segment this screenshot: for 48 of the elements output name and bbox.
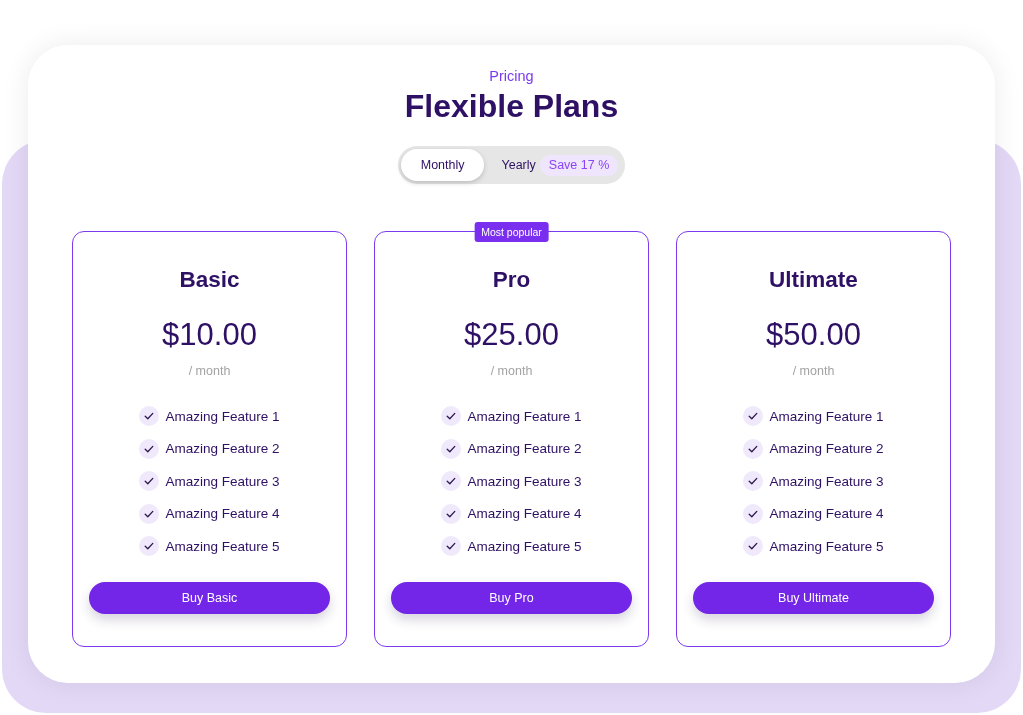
check-icon xyxy=(139,406,160,426)
feature-text: Amazing Feature 3 xyxy=(769,473,884,489)
buy-button[interactable]: Buy Pro xyxy=(391,582,632,614)
check-icon xyxy=(139,503,160,524)
feature-text: Amazing Feature 5 xyxy=(467,538,582,554)
feature-text: Amazing Feature 4 xyxy=(165,506,280,521)
check-icon xyxy=(139,471,160,491)
toggle-option[interactable]: Monthly xyxy=(400,149,484,181)
plan-name: Ultimate xyxy=(769,266,858,294)
feature-text: Amazing Feature 1 xyxy=(769,408,884,424)
feature-text: Amazing Feature 5 xyxy=(769,538,884,554)
billing-period: / month xyxy=(792,363,835,379)
feature-text: Amazing Feature 3 xyxy=(165,473,280,489)
feature-text: Amazing Feature 1 xyxy=(467,408,582,424)
check-icon xyxy=(743,471,764,491)
section-title: Flexible Plans xyxy=(404,87,619,125)
check-icon xyxy=(441,471,462,491)
feature-text: Amazing Feature 3 xyxy=(467,473,582,489)
section-eyebrow: Pricing xyxy=(489,67,534,85)
plan-name: Pro xyxy=(492,266,531,294)
buy-button[interactable]: Buy Ultimate xyxy=(693,582,934,614)
check-icon xyxy=(743,536,764,556)
feature-text: Amazing Feature 2 xyxy=(769,441,884,456)
feature-text: Amazing Feature 2 xyxy=(467,441,582,456)
feature-text: Amazing Feature 1 xyxy=(165,408,280,424)
popular-badge: Most popular xyxy=(474,222,549,242)
feature-text: Amazing Feature 4 xyxy=(769,506,884,521)
check-icon xyxy=(743,503,764,524)
billing-period: / month xyxy=(490,363,533,379)
check-icon xyxy=(441,438,462,459)
plan-price: $10.00 xyxy=(162,316,257,354)
check-icon xyxy=(743,438,764,459)
buy-button[interactable]: Buy Basic xyxy=(89,582,330,614)
discount-badge: Save 17 % xyxy=(539,154,619,176)
check-icon xyxy=(139,438,160,459)
check-icon xyxy=(441,406,462,426)
billing-period: / month xyxy=(188,363,231,379)
check-icon xyxy=(743,406,764,426)
check-icon xyxy=(441,536,462,556)
feature-text: Amazing Feature 5 xyxy=(165,538,280,554)
check-icon xyxy=(441,503,462,524)
feature-text: Amazing Feature 2 xyxy=(165,441,280,456)
plan-name: Basic xyxy=(179,266,240,294)
feature-text: Amazing Feature 4 xyxy=(467,506,582,521)
check-icon xyxy=(139,536,160,556)
plan-price: $25.00 xyxy=(464,316,559,354)
plan-price: $50.00 xyxy=(766,316,861,354)
toggle-option[interactable]: Yearly Save 17 % xyxy=(487,149,623,181)
